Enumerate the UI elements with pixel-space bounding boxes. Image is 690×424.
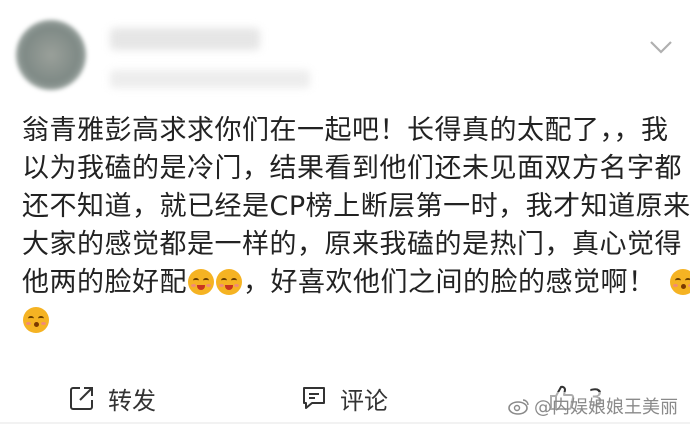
avatar[interactable] <box>16 20 86 90</box>
post-text-line: 他两的脸好配 ，好喜欢他们之间的脸的感觉啊！ <box>22 264 662 302</box>
post-text-segment: 他两的脸好配 <box>22 267 187 298</box>
username-blurred[interactable] <box>110 28 260 50</box>
post-text-line <box>22 302 662 340</box>
grinning-emoji-icon <box>216 269 242 295</box>
weibo-logo-icon <box>508 397 530 415</box>
comment-icon <box>300 384 328 412</box>
weibo-watermark: @内娱娘娘王美丽 <box>508 392 678 420</box>
post-meta-blurred <box>110 70 310 88</box>
post-text-line: 大家的感觉都是一样的，原来我磕的是热门，真心觉得 <box>22 226 662 264</box>
post-menu-button[interactable] <box>644 30 678 64</box>
repost-label: 转发 <box>108 381 156 416</box>
repost-icon <box>68 384 96 412</box>
post-content: 翁青雅彭高求求你们在一起吧！长得真的太配了，，我 以为我磕的是冷门，结果看到他们… <box>22 112 662 340</box>
comment-button[interactable]: 评论 <box>300 372 388 424</box>
post-text-line: 以为我磕的是冷门，结果看到他们还未见面双方名字都 <box>22 150 662 188</box>
grinning-emoji-icon <box>188 269 214 295</box>
post-text-segment: ，好喜欢他们之间的脸的感觉啊！ <box>243 267 656 298</box>
weibo-post-card: 翁青雅彭高求求你们在一起吧！长得真的太配了，，我 以为我磕的是冷门，结果看到他们… <box>0 0 690 422</box>
watermark-text: @内娱娘娘王美丽 <box>534 393 678 419</box>
chevron-down-icon <box>649 40 673 54</box>
repost-button[interactable]: 转发 <box>68 372 156 424</box>
blushing-emoji-icon <box>23 307 49 333</box>
blushing-emoji-icon <box>670 269 690 295</box>
comment-label: 评论 <box>340 381 388 416</box>
post-text-line: 还不知道，就已经是CP榜上断层第一时，我才知道原来 <box>22 188 662 226</box>
post-text-line: 翁青雅彭高求求你们在一起吧！长得真的太配了，，我 <box>22 112 662 150</box>
